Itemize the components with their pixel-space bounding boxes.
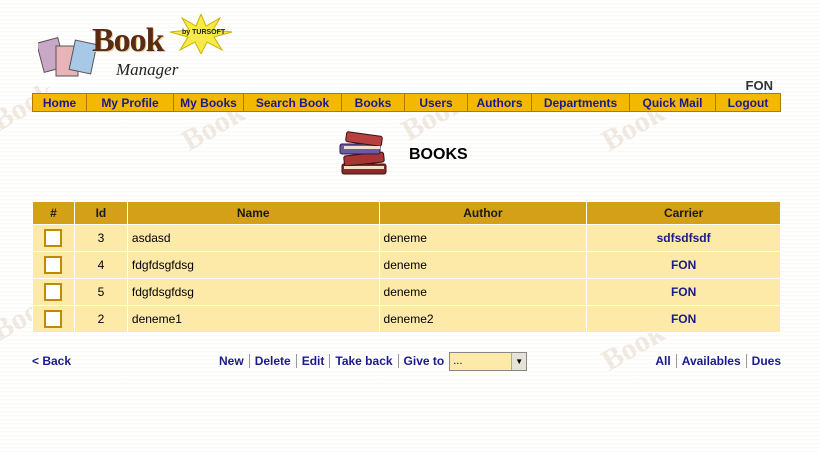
- separator: [745, 354, 747, 368]
- nav-logout[interactable]: Logout: [716, 94, 780, 111]
- nav-authors[interactable]: Authors: [468, 94, 532, 111]
- logo-subtitle: Manager: [116, 60, 179, 79]
- table-row: 4 fdgfdsgfdsg deneme FON: [32, 251, 781, 279]
- delete-link[interactable]: Delete: [255, 354, 291, 368]
- edit-link[interactable]: Edit: [302, 354, 325, 368]
- row-checkbox[interactable]: [44, 229, 63, 247]
- cell-id: 5: [73, 278, 128, 306]
- current-user: FON: [745, 78, 773, 93]
- give-to-selected-value: ...: [453, 355, 463, 367]
- filter-availables-link[interactable]: Availables: [682, 354, 741, 368]
- action-bar: New Delete Edit Take back Give to ... ▼: [219, 351, 528, 371]
- main-nav: Home My Profile My Books Search Book Boo…: [32, 93, 781, 112]
- cell-name: deneme1: [126, 305, 380, 333]
- new-link[interactable]: New: [219, 354, 244, 368]
- cell-author: deneme: [378, 251, 588, 279]
- cell-carrier-link[interactable]: FON: [586, 251, 781, 279]
- give-to-link[interactable]: Give to: [404, 354, 445, 368]
- cell-author: deneme: [378, 278, 588, 306]
- cell-author: deneme: [378, 224, 588, 252]
- row-checkbox[interactable]: [44, 283, 63, 301]
- table-row: 3 asdasd deneme sdfsdfsdf: [32, 224, 781, 252]
- column-header-author[interactable]: Author: [378, 201, 588, 225]
- cell-id: 2: [73, 305, 128, 333]
- separator: [329, 354, 331, 368]
- cell-name: asdasd: [126, 224, 380, 252]
- nav-departments[interactable]: Departments: [532, 94, 630, 111]
- filter-all-link[interactable]: All: [655, 354, 670, 368]
- column-header-id[interactable]: Id: [73, 201, 128, 225]
- table-header-row: # Id Name Author Carrier: [32, 201, 781, 225]
- cell-author: deneme2: [378, 305, 588, 333]
- nav-books[interactable]: Books: [342, 94, 405, 111]
- nav-quick-mail[interactable]: Quick Mail: [630, 94, 716, 111]
- books-icon: [339, 131, 387, 175]
- row-checkbox[interactable]: [44, 310, 63, 328]
- cell-name: fdgfdsgfdsg: [126, 278, 380, 306]
- back-link[interactable]: < Back: [32, 354, 71, 368]
- cell-id: 3: [73, 224, 128, 252]
- row-checkbox[interactable]: [44, 256, 63, 274]
- page-title: BOOKS: [409, 146, 468, 163]
- logo-title: Book: [92, 22, 165, 59]
- nav-users[interactable]: Users: [405, 94, 468, 111]
- dropdown-arrow-icon[interactable]: ▼: [511, 352, 527, 370]
- column-header-select: #: [32, 201, 75, 225]
- nav-my-books[interactable]: My Books: [174, 94, 244, 111]
- cell-id: 4: [73, 251, 128, 279]
- filter-dues-link[interactable]: Dues: [752, 354, 781, 368]
- cell-carrier-link[interactable]: FON: [586, 278, 781, 306]
- filter-bar: All Availables Dues: [655, 354, 781, 368]
- cell-carrier-link[interactable]: sdfsdfsdf: [586, 224, 781, 252]
- give-to-select[interactable]: ... ▼: [449, 351, 528, 371]
- logo-books-icon: [38, 37, 98, 77]
- column-header-carrier[interactable]: Carrier: [586, 201, 781, 225]
- app-logo: Book by TURSOFT Manager: [38, 14, 234, 88]
- take-back-link[interactable]: Take back: [335, 354, 392, 368]
- logo-by: by TURSOFT: [182, 29, 226, 36]
- table-row: 5 fdgfdsgfdsg deneme FON: [32, 278, 781, 306]
- nav-home[interactable]: Home: [33, 94, 87, 111]
- cell-name: fdgfdsgfdsg: [126, 251, 380, 279]
- table-row: 2 deneme1 deneme2 FON: [32, 305, 781, 333]
- separator: [397, 354, 399, 368]
- separator: [295, 354, 297, 368]
- books-table: # Id Name Author Carrier 3 asdasd deneme…: [32, 201, 781, 333]
- nav-my-profile[interactable]: My Profile: [87, 94, 174, 111]
- page-heading: BOOKS: [336, 130, 468, 180]
- column-header-name[interactable]: Name: [126, 201, 380, 225]
- nav-search-book[interactable]: Search Book: [244, 94, 342, 111]
- separator: [248, 354, 250, 368]
- separator: [675, 354, 677, 368]
- cell-carrier-link[interactable]: FON: [586, 305, 781, 333]
